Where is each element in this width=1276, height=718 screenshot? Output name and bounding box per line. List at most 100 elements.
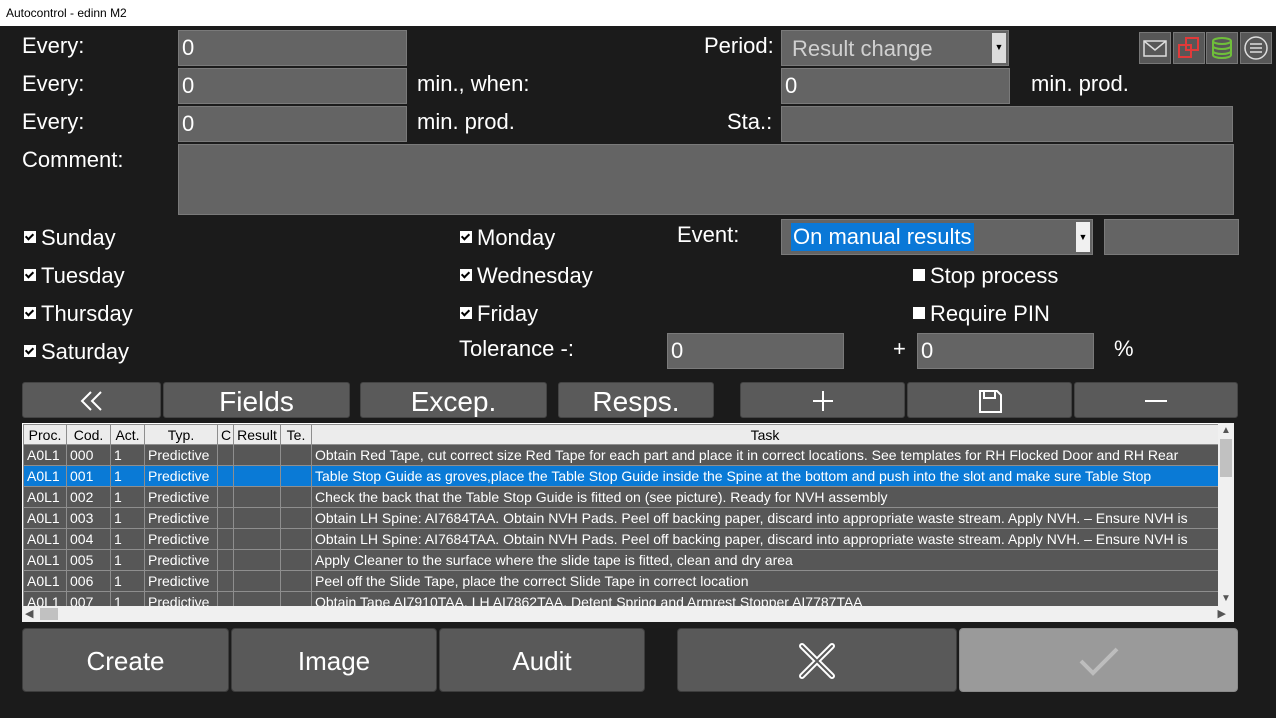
column-header[interactable]: Cod.	[66, 424, 111, 445]
database-button[interactable]	[1206, 32, 1238, 64]
table-row[interactable]: A0L1 002 1 Predictive Check the back that th…	[23, 486, 1219, 508]
back-button[interactable]	[22, 382, 161, 418]
chevron-up-icon[interactable]: ▲	[1221, 425, 1231, 436]
chevron-left-icon[interactable]: ◀	[25, 607, 33, 620]
table-cell: Table Stop Guide as groves,place the Tab…	[311, 465, 1219, 487]
table-row[interactable]: A0L1 005 1 Predictive Apply Cleaner to the s…	[23, 549, 1219, 571]
table-cell	[233, 507, 281, 529]
event-select[interactable]: On manual results ▼	[781, 219, 1093, 255]
column-header[interactable]: Proc.	[23, 424, 67, 445]
audit-button[interactable]: Audit	[439, 628, 645, 692]
event-value: On manual results	[791, 223, 974, 251]
resps-button[interactable]: Resps.	[558, 382, 714, 418]
sunday-label: Sunday	[41, 225, 116, 250]
checkbox-unchecked-icon	[913, 307, 925, 319]
saturday-checkbox[interactable]: Saturday	[24, 339, 129, 365]
table-cell: 005	[66, 549, 111, 571]
horizontal-scrollbar[interactable]: ◀ ▶	[22, 606, 1234, 622]
excep-label: Excep.	[410, 386, 497, 417]
checkbox-checked-icon	[24, 345, 36, 357]
table-cell: Obtain LH Spine: AI7684TAA. Obtain NVH P…	[311, 507, 1219, 529]
checkbox-checked-icon	[460, 269, 472, 281]
menu-icon	[1244, 36, 1268, 60]
table-cell	[217, 549, 234, 571]
cancel-button[interactable]	[677, 628, 957, 692]
chevron-down-icon[interactable]: ▼	[1076, 222, 1090, 252]
table-cell	[233, 549, 281, 571]
min-prod-label-2: min. prod.	[417, 109, 515, 134]
mail-icon	[1143, 40, 1167, 57]
table-cell	[217, 444, 234, 466]
sta-input[interactable]	[781, 106, 1233, 142]
table-cell: 1	[110, 444, 145, 466]
table-row[interactable]: A0L1 001 1 Predictive Table Stop Guide as gr…	[23, 465, 1219, 487]
every-input-1[interactable]: 0	[178, 30, 407, 66]
table-row[interactable]: A0L1 004 1 Predictive Obtain LH Spine: AI768…	[23, 528, 1219, 550]
event-label: Event:	[677, 222, 740, 247]
every-label-2: Every:	[22, 71, 85, 96]
table-row[interactable]: A0L1 003 1 Predictive Obtain LH Spine: AI768…	[23, 507, 1219, 529]
table-header-row: Proc. Cod. Act. Typ. C Result Te. Task	[23, 424, 1219, 445]
chevron-down-icon[interactable]: ▼	[992, 33, 1006, 63]
tolerance-minus-input[interactable]: 0	[667, 333, 844, 369]
fields-button[interactable]: Fields	[163, 382, 350, 418]
chevron-right-icon[interactable]: ▶	[1218, 607, 1226, 620]
plus-icon	[812, 391, 833, 411]
vertical-scrollbar[interactable]: ▲ ▼	[1218, 423, 1234, 606]
every-input-3[interactable]: 0	[178, 106, 407, 142]
menu-button[interactable]	[1240, 32, 1272, 64]
task-table[interactable]: Proc. Cod. Act. Typ. C Result Te. Task A0L1 000 1…	[22, 423, 1234, 622]
column-header[interactable]: Act.	[110, 424, 145, 445]
comment-input[interactable]	[178, 144, 1234, 215]
save-button[interactable]	[907, 382, 1072, 418]
tuesday-label: Tuesday	[41, 263, 125, 288]
table-cell	[280, 444, 312, 466]
checkbox-checked-icon	[460, 231, 472, 243]
remove-button[interactable]	[1074, 382, 1238, 418]
tolerance-plus-input[interactable]: 0	[917, 333, 1094, 369]
table-cell: Predictive	[144, 507, 218, 529]
table-cell	[280, 549, 312, 571]
sta-label: Sta.:	[727, 109, 773, 134]
chevron-down-icon[interactable]: ▼	[1221, 593, 1231, 604]
column-header[interactable]: Typ.	[144, 424, 218, 445]
stop-process-checkbox[interactable]: Stop process	[913, 263, 1058, 289]
period-select[interactable]: Result change ▼	[781, 30, 1009, 66]
tuesday-checkbox[interactable]: Tuesday	[24, 263, 125, 289]
image-button[interactable]: Image	[231, 628, 437, 692]
thursday-checkbox[interactable]: Thursday	[24, 301, 133, 327]
create-button[interactable]: Create	[22, 628, 229, 692]
table-cell: 1	[110, 549, 145, 571]
copy-button[interactable]	[1173, 32, 1205, 64]
add-button[interactable]	[740, 382, 905, 418]
stop-process-label: Stop process	[930, 263, 1059, 288]
table-cell: Peel off the Slide Tape, place the corre…	[311, 570, 1219, 592]
excep-button[interactable]: Excep.	[360, 382, 547, 418]
column-header[interactable]: Task	[311, 424, 1219, 445]
table-cell	[233, 486, 281, 508]
every-input-2[interactable]: 0	[178, 68, 407, 104]
table-row[interactable]: A0L1 000 1 Predictive Obtain Red Tape, cut c…	[23, 444, 1219, 466]
column-header[interactable]: Result	[233, 424, 281, 445]
column-header[interactable]: C	[217, 424, 234, 445]
mail-button[interactable]	[1139, 32, 1171, 64]
table-cell: 1	[110, 465, 145, 487]
scroll-thumb[interactable]	[1220, 439, 1232, 477]
wednesday-checkbox[interactable]: Wednesday	[460, 263, 593, 289]
require-pin-checkbox[interactable]: Require PIN	[913, 301, 1050, 327]
column-header[interactable]: Te.	[280, 424, 312, 445]
when-input[interactable]: 0	[781, 68, 1010, 104]
checkbox-checked-icon	[24, 307, 36, 319]
friday-checkbox[interactable]: Friday	[460, 301, 538, 327]
confirm-button[interactable]	[959, 628, 1238, 692]
comment-label: Comment:	[22, 147, 124, 172]
image-label: Image	[297, 646, 371, 676]
scroll-thumb[interactable]	[40, 608, 58, 620]
resps-label: Resps.	[592, 386, 680, 417]
monday-checkbox[interactable]: Monday	[460, 225, 555, 251]
sunday-checkbox[interactable]: Sunday	[24, 225, 116, 251]
event-extra-input[interactable]	[1104, 219, 1239, 255]
table-row[interactable]: A0L1 006 1 Predictive Peel off the Slide Tap…	[23, 570, 1219, 592]
create-label: Create	[86, 646, 165, 676]
table-cell: 1	[110, 486, 145, 508]
